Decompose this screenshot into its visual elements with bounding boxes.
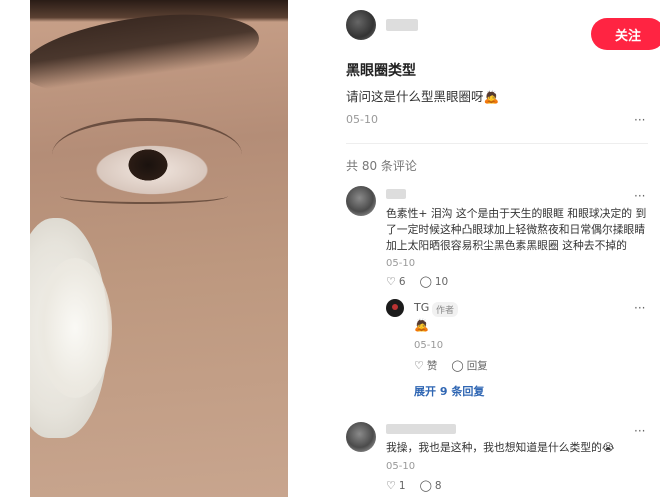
author-header: 关注 — [346, 10, 660, 50]
photo-pane — [0, 0, 330, 497]
divider — [346, 143, 648, 144]
like-action[interactable]: ♡ 1 — [386, 479, 406, 492]
comment-text-line: 加上太阳晒很容易积尘黑色素黑眼圈 这种去不掉的 — [386, 239, 627, 252]
reply-action[interactable]: ◯ 10 — [420, 275, 449, 288]
reply-avatar[interactable] — [386, 299, 404, 317]
comment-date: 05-10 — [386, 258, 416, 269]
comment-text-line: 了一定时候这种凸眼球加上轻微熬夜和日常偶尔揉眼睛 — [386, 223, 646, 236]
reply-count: 10 — [434, 275, 449, 288]
reply-count: 8 — [434, 479, 442, 492]
comment-bubble-icon: ◯ — [451, 359, 464, 372]
comment-actions: ♡ 1 ◯ 8 — [386, 479, 442, 492]
post-more-icon[interactable]: ··· — [634, 113, 645, 127]
like-label: 赞 — [426, 360, 438, 372]
expand-replies-link[interactable]: 展开 9 条回复 — [414, 383, 484, 399]
like-action[interactable]: ♡ 赞 — [414, 358, 437, 373]
post-photo[interactable] — [30, 0, 288, 497]
comment-bubble-icon: ◯ — [419, 479, 432, 492]
comment-text-line: 色素性+ 泪沟 这个是由于天生的眼眶 和眼球决定的 到 — [386, 207, 647, 220]
heart-icon: ♡ — [414, 359, 424, 372]
author-avatar[interactable] — [346, 10, 376, 40]
photo-lower-lashes — [60, 188, 228, 204]
like-count: 6 — [398, 275, 406, 288]
like-action[interactable]: ♡ 6 — [386, 275, 406, 288]
comment-more-icon[interactable]: ··· — [634, 189, 645, 203]
commenter-avatar[interactable] — [346, 186, 376, 216]
follow-button[interactable]: 关注 — [591, 18, 660, 50]
reply-action[interactable]: ◯ 回复 — [451, 358, 487, 373]
comment-more-icon[interactable]: ··· — [634, 424, 645, 438]
comment-actions: ♡ 6 ◯ 10 — [386, 275, 448, 288]
post-date: 05-10 — [346, 113, 378, 126]
post-title: 黑眼圈类型 — [346, 63, 416, 79]
reply-text: 🙇 — [414, 318, 429, 332]
commenter-name-blurred[interactable] — [386, 424, 456, 434]
photo-cream-highlight — [38, 258, 112, 398]
reply-date: 05-10 — [414, 340, 444, 351]
reply-actions: ♡ 赞 ◯ 回复 — [414, 358, 488, 373]
reply-more-icon[interactable]: ··· — [634, 301, 645, 315]
comment-bubble-icon: ◯ — [419, 275, 432, 288]
photo-eyelid — [52, 118, 242, 191]
commenter-name-blurred[interactable] — [386, 189, 406, 199]
heart-icon: ♡ — [386, 479, 396, 492]
heart-icon: ♡ — [386, 275, 396, 288]
comment-text: 我操，我也是这种，我也想知道是什么类型的😭 — [386, 441, 615, 454]
post-detail-pane: 关注 黑眼圈类型 请问这是什么型黑眼圈呀🙇 05-10 ··· 共 80 条评论… — [330, 0, 660, 497]
reply-action[interactable]: ◯ 8 — [420, 479, 442, 492]
reply-author-name[interactable]: TG — [414, 301, 429, 314]
commenter-avatar[interactable] — [346, 422, 376, 452]
post-description: 请问这是什么型黑眼圈呀🙇 — [346, 89, 500, 104]
like-count: 1 — [398, 479, 406, 492]
reply-label: 回复 — [466, 360, 488, 372]
author-name-blurred[interactable] — [386, 19, 418, 31]
comment-date: 05-10 — [386, 461, 416, 472]
author-badge: 作者 — [432, 302, 459, 317]
comments-count: 共 80 条评论 — [346, 159, 417, 173]
